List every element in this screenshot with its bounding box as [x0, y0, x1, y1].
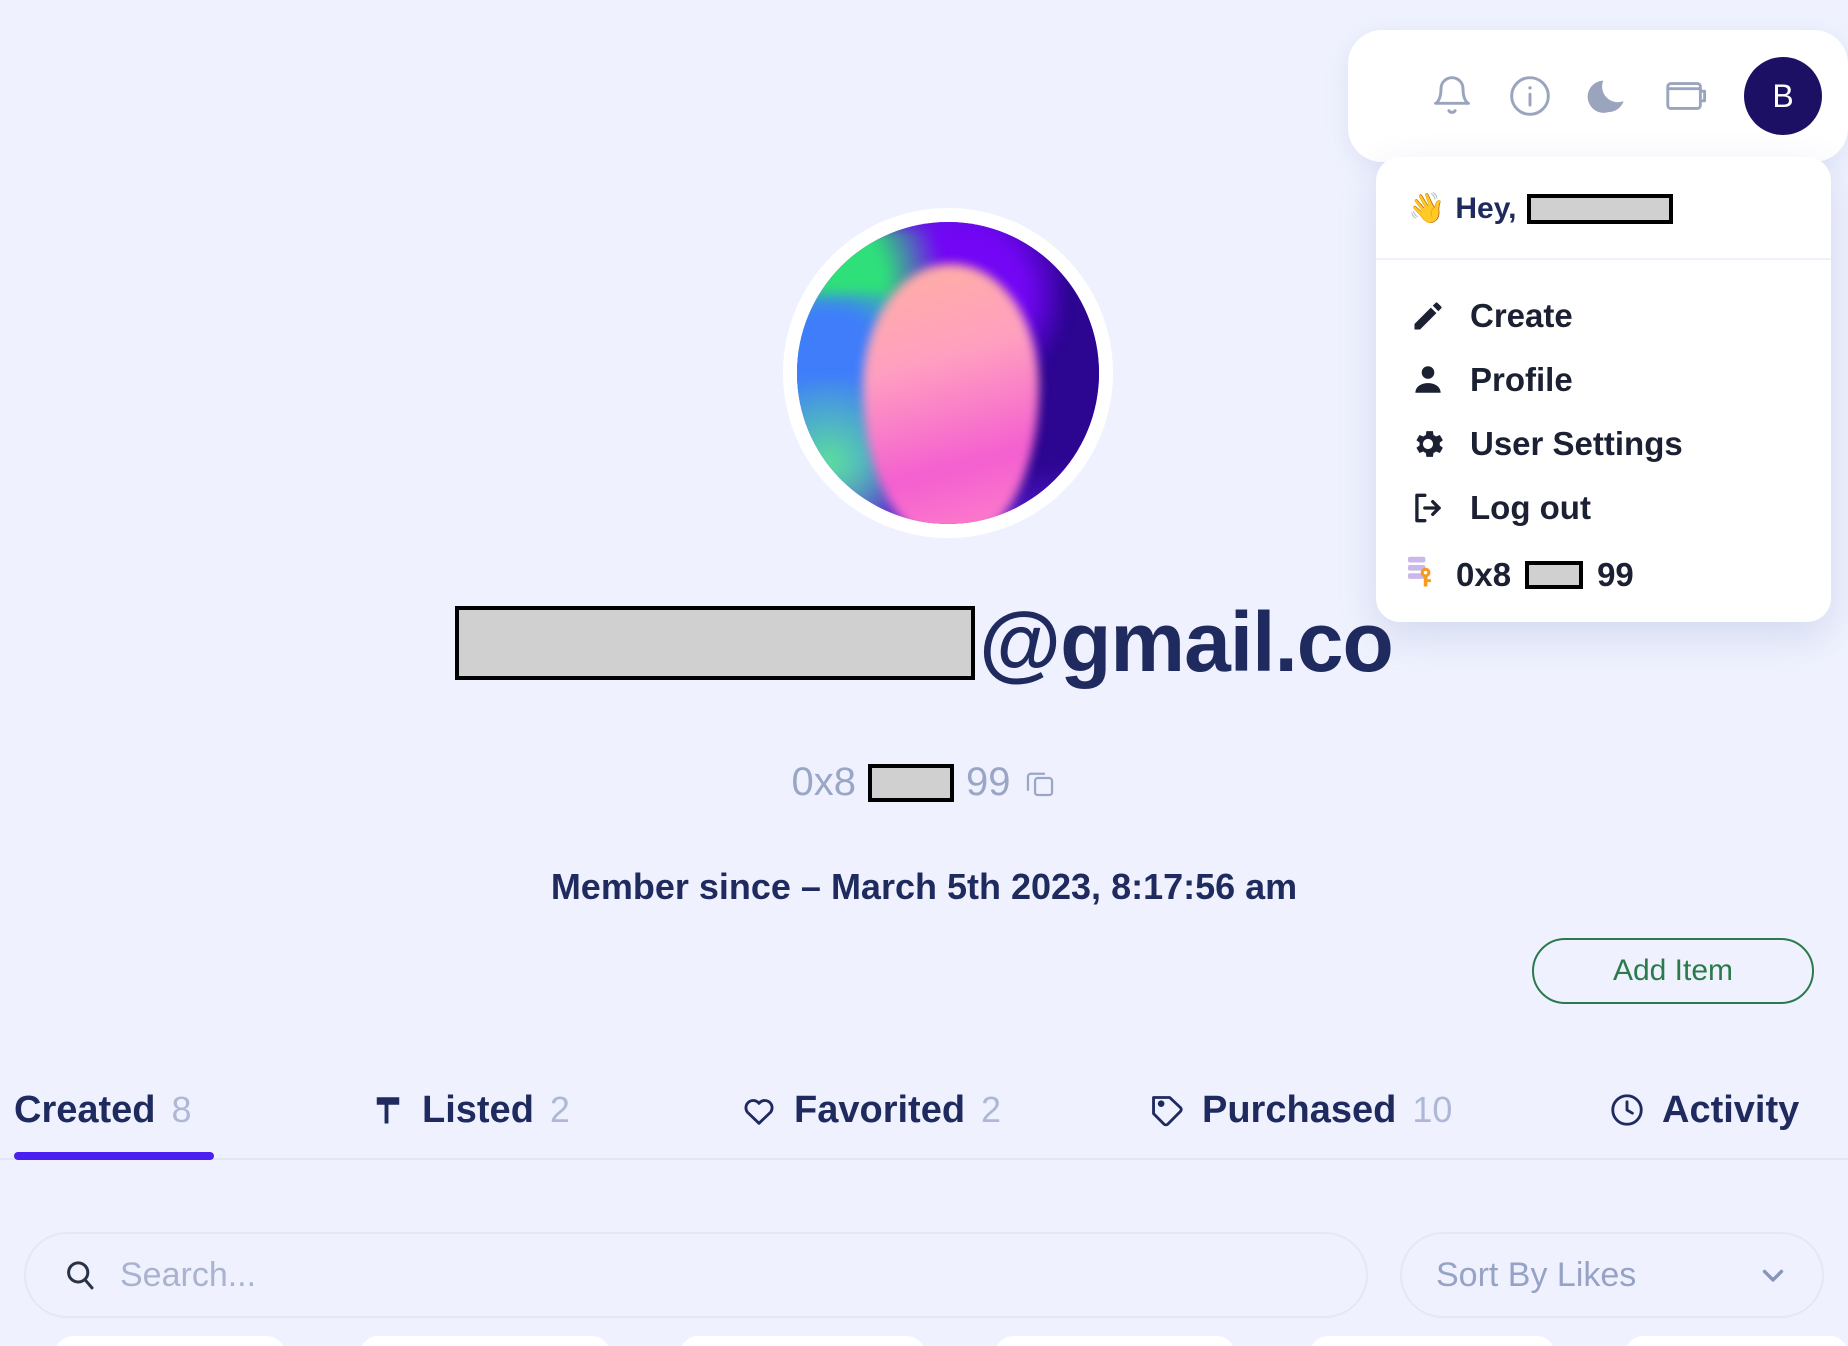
menu-item-label: User Settings: [1470, 425, 1683, 462]
clock-icon: [1608, 1091, 1646, 1129]
tab-listed[interactable]: Listed 2: [370, 1062, 570, 1158]
active-tab-indicator: [14, 1152, 214, 1160]
bell-icon[interactable]: [1428, 72, 1476, 120]
tab-count: 10: [1412, 1089, 1453, 1130]
tab-label: Listed: [422, 1088, 534, 1131]
header-toolbar: B: [1348, 30, 1848, 162]
logout-icon: [1408, 488, 1448, 528]
menu-item-label: Profile: [1470, 361, 1573, 398]
item-card[interactable]: [680, 1336, 925, 1346]
tab-label: Created: [14, 1088, 156, 1131]
tag-icon: [1148, 1091, 1186, 1129]
tab-label: Purchased: [1202, 1088, 1397, 1131]
item-card[interactable]: [360, 1336, 610, 1346]
tab-created[interactable]: Created 8: [14, 1062, 214, 1160]
moon-icon[interactable]: [1584, 72, 1632, 120]
pencil-icon: [1408, 296, 1448, 336]
menu-item-log-out[interactable]: Log out: [1376, 476, 1831, 540]
wallet-address-redacted: [868, 763, 954, 802]
add-item-button[interactable]: Add Item: [1532, 938, 1814, 1004]
wallet-address-suffix: 99: [966, 760, 1011, 804]
tab-purchased[interactable]: Purchased 10: [1148, 1062, 1452, 1158]
wallet-address-row: 0x8 99: [0, 760, 1848, 805]
item-grid-cards: [0, 1336, 1848, 1346]
menu-item-user-settings[interactable]: User Settings: [1376, 412, 1831, 476]
username-redacted: [455, 605, 976, 680]
greeting-name-redacted: [1526, 193, 1673, 224]
profile-avatar-image: [797, 222, 1099, 524]
avatar-initial: B: [1772, 77, 1794, 114]
sort-select[interactable]: Sort By Likes: [1400, 1232, 1824, 1318]
tab-activity[interactable]: Activity: [1608, 1062, 1815, 1158]
tab-label: Activity: [1662, 1088, 1800, 1131]
tab-count: 2: [981, 1089, 1002, 1130]
database-key-icon: [1404, 552, 1442, 598]
heart-icon: [740, 1091, 778, 1129]
wallet-address-prefix: 0x8: [1456, 556, 1512, 593]
item-card[interactable]: [1310, 1336, 1555, 1346]
member-since-text: Member since – March 5th 2023, 8:17:56 a…: [550, 866, 1298, 907]
wallet-address-redacted: [1525, 561, 1584, 589]
copy-icon[interactable]: [1023, 766, 1057, 800]
menu-item-label: Log out: [1470, 489, 1591, 526]
tab-favorited[interactable]: Favorited 2: [740, 1062, 1001, 1158]
menu-item-label: Create: [1470, 297, 1573, 334]
profile-page: B 👋 Hey, Create Profile User Settings Lo…: [0, 0, 1848, 1346]
wallet-icon[interactable]: [1662, 72, 1710, 120]
search-input[interactable]: [120, 1255, 1330, 1295]
menu-item-profile[interactable]: Profile: [1376, 348, 1831, 412]
info-icon[interactable]: [1506, 72, 1554, 120]
greeting-row: 👋 Hey,: [1376, 157, 1831, 260]
user-menu-dropdown: 👋 Hey, Create Profile User Settings Log …: [1376, 157, 1831, 622]
person-icon: [1408, 360, 1448, 400]
item-card[interactable]: [55, 1336, 285, 1346]
search-bar[interactable]: [24, 1232, 1368, 1318]
gear-icon: [1408, 424, 1448, 464]
username-domain: @gmail.co: [979, 595, 1394, 689]
sort-select-label: Sort By Likes: [1436, 1255, 1637, 1294]
item-card[interactable]: [1625, 1336, 1848, 1346]
tab-count: 2: [549, 1089, 570, 1130]
profile-tabs: Created 8 Listed 2 Favorited 2 Purchased…: [0, 1062, 1848, 1160]
greeting-text: Hey,: [1455, 191, 1517, 225]
menu-item-create[interactable]: Create: [1376, 284, 1831, 348]
wave-icon: 👋: [1408, 192, 1446, 225]
wallet-address-prefix: 0x8: [791, 760, 857, 804]
menu-item-wallet-address[interactable]: 0x8 99: [1376, 540, 1831, 612]
banner-icon: [370, 1092, 406, 1128]
search-icon: [62, 1257, 98, 1293]
avatar[interactable]: B: [1744, 57, 1822, 135]
tab-label: Favorited: [794, 1088, 966, 1131]
tab-count: 8: [171, 1089, 192, 1130]
wallet-address-suffix: 99: [1597, 556, 1634, 593]
chevron-down-icon: [1756, 1258, 1790, 1292]
user-menu-items: Create Profile User Settings Log out 0x8…: [1376, 260, 1831, 612]
profile-avatar[interactable]: [783, 208, 1113, 538]
item-card[interactable]: [995, 1336, 1235, 1346]
